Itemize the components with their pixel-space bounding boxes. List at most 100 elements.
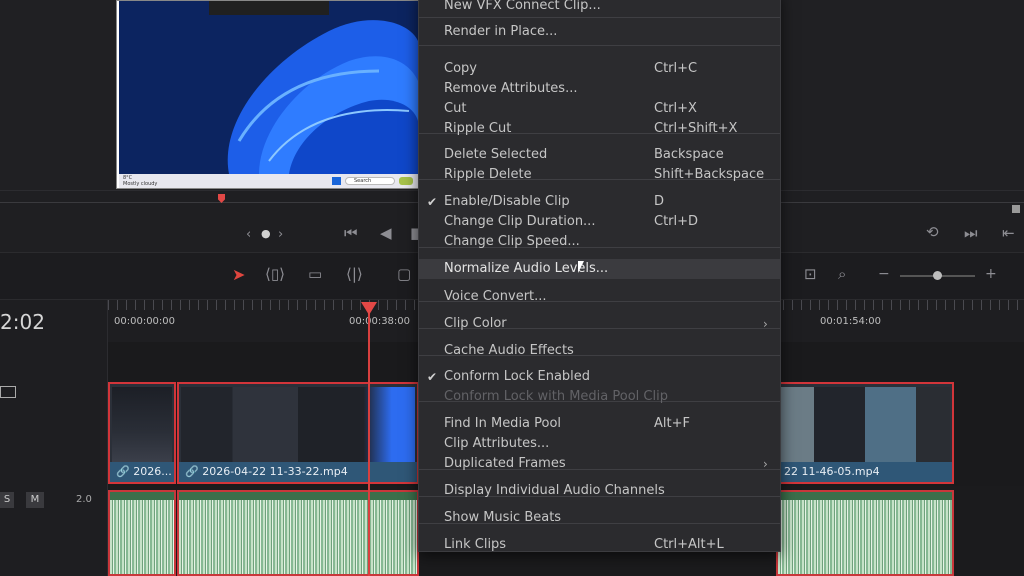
menu-item-label: Render in Place... xyxy=(444,24,558,39)
menu-item[interactable]: Normalize Audio Levels... xyxy=(419,259,780,279)
menu-item-label: Find In Media Pool xyxy=(444,416,562,431)
insert-clip-icon[interactable]: ▢ xyxy=(397,267,411,282)
clip-name: 22 11-46-05.mp4 xyxy=(784,465,880,478)
menu-item[interactable]: Show Music Beats xyxy=(419,508,780,528)
solo-button[interactable]: S xyxy=(0,492,14,508)
timecode-display: 2:02 xyxy=(0,310,45,334)
chevron-right-icon: › xyxy=(763,457,768,471)
menu-item-label: Duplicated Frames xyxy=(444,456,566,471)
menu-item[interactable]: Change Clip Speed... xyxy=(419,232,780,252)
clip-thumbnail xyxy=(780,387,950,462)
menu-item[interactable]: Clip Attributes... xyxy=(419,434,780,454)
mute-button[interactable]: M xyxy=(26,492,44,508)
menu-separator xyxy=(419,45,780,46)
ruler-timecode: 00:00:00:00 xyxy=(114,316,176,327)
skip-forward-icon[interactable]: ⏭ xyxy=(964,226,978,241)
clip-thumbnail xyxy=(112,387,172,462)
menu-item[interactable]: Delete Selected Backspace xyxy=(419,145,780,165)
menu-item-label: Ripple Delete xyxy=(444,167,532,182)
audio-clip[interactable] xyxy=(177,490,419,576)
preview-frame[interactable]: 8°C Mostly cloudy Search xyxy=(116,0,419,189)
zoom-full-icon[interactable]: ⊡ xyxy=(804,267,817,282)
loop-icon[interactable]: ⟲ xyxy=(926,225,939,240)
menu-item[interactable]: Copy Ctrl+C xyxy=(419,59,780,79)
playhead-marker[interactable] xyxy=(361,302,377,315)
menu-item-shortcut: Backspace xyxy=(654,147,724,162)
clip-label: 🔗 2026-04-22 11-33-22.mp4 xyxy=(179,462,417,482)
zoom-detail-icon[interactable]: ⌕ xyxy=(838,267,846,282)
ruler-timecode: 00:01:54:00 xyxy=(820,316,882,327)
menu-item-label: Delete Selected xyxy=(444,147,548,162)
windows-start-icon xyxy=(332,177,341,185)
weather-widget: 8°C Mostly cloudy xyxy=(123,175,157,187)
menu-item-label: Display Individual Audio Channels xyxy=(444,483,665,498)
audio-clip[interactable] xyxy=(776,490,954,576)
menu-item[interactable]: Link Clips Ctrl+Alt+L xyxy=(419,535,780,555)
track-header-panel: 2:02 S M 2.0 xyxy=(0,300,108,576)
video-clip[interactable]: 🔗 2026-04-22 11-33-22.mp4 xyxy=(177,382,419,484)
clip-name: 2026... xyxy=(133,465,172,478)
zoom-slider-knob[interactable] xyxy=(933,271,942,280)
menu-item-shortcut: Alt+F xyxy=(654,416,690,431)
menu-item-shortcut: Ctrl+Shift+X xyxy=(654,121,738,136)
dynamic-trim-icon[interactable]: ▭ xyxy=(308,267,322,282)
audio-waveform xyxy=(110,500,174,574)
audio-clip[interactable] xyxy=(108,490,176,576)
menu-item[interactable]: ✔ Conform Lock Enabled xyxy=(419,367,780,387)
menu-item[interactable]: Ripple Delete Shift+Backspace xyxy=(419,165,780,185)
play-reverse-icon[interactable]: ◀ xyxy=(380,226,392,241)
menu-item[interactable]: New VFX Connect Clip... xyxy=(419,0,780,16)
playhead-line[interactable] xyxy=(368,304,370,576)
menu-item-shortcut: Ctrl+X xyxy=(654,101,697,116)
menu-item-label: Enable/Disable Clip xyxy=(444,194,570,209)
preview-taskbar: 8°C Mostly cloudy Search xyxy=(119,174,418,188)
menu-item-label: Conform Lock Enabled xyxy=(444,369,591,384)
next-arrow-icon[interactable]: › xyxy=(278,228,283,241)
chevron-right-icon: › xyxy=(763,317,768,331)
desktop-wallpaper xyxy=(119,1,418,174)
zoom-out-icon[interactable]: − xyxy=(878,267,890,281)
menu-item-label: Clip Attributes... xyxy=(444,436,550,451)
menu-item-shortcut: Ctrl+D xyxy=(654,214,699,229)
dot-icon[interactable]: ● xyxy=(261,228,271,239)
menu-item[interactable]: Voice Convert... xyxy=(419,287,780,307)
menu-item[interactable]: Ripple Cut Ctrl+Shift+X xyxy=(419,119,780,139)
ruler-timecode: 00:00:38:00 xyxy=(349,316,411,327)
clip-thumbnail xyxy=(181,387,415,462)
taskbar-app-icon xyxy=(399,177,413,185)
menu-item[interactable]: Cache Audio Effects xyxy=(419,341,780,361)
clip-label: 22 11-46-05.mp4 xyxy=(778,462,952,482)
menu-item[interactable]: Duplicated Frames › xyxy=(419,454,780,474)
zoom-in-icon[interactable]: + xyxy=(985,267,997,281)
video-track-icon xyxy=(0,386,16,398)
blade-tool-icon[interactable]: ⟨|⟩ xyxy=(346,267,363,282)
menu-item[interactable]: Change Clip Duration... Ctrl+D xyxy=(419,212,780,232)
menu-item[interactable]: Cut Ctrl+X xyxy=(419,99,780,119)
menu-item-label: Copy xyxy=(444,61,477,76)
audio-waveform xyxy=(778,500,952,574)
scrub-end-handle[interactable] xyxy=(1012,205,1020,213)
menu-item[interactable]: Display Individual Audio Channels xyxy=(419,481,780,501)
menu-item-shortcut: Ctrl+Alt+L xyxy=(654,537,724,552)
prev-arrow-icon[interactable]: ‹ xyxy=(246,228,251,241)
skip-back-icon[interactable]: ⏮ xyxy=(344,226,358,241)
video-clip[interactable]: 🔗 2026... xyxy=(108,382,176,484)
menu-item[interactable]: Clip Color › xyxy=(419,314,780,334)
clip-context-menu: New VFX Connect Clip... Render in Place..… xyxy=(418,0,781,552)
weather-desc: Mostly cloudy xyxy=(123,181,158,187)
menu-item-label: Show Music Beats xyxy=(444,510,562,525)
selection-tool-icon[interactable]: ➤ xyxy=(232,267,245,283)
go-to-end-icon[interactable]: ⇤ xyxy=(1002,226,1015,241)
menu-item[interactable]: Render in Place... xyxy=(419,22,780,42)
menu-item-label: Voice Convert... xyxy=(444,289,547,304)
menu-item-shortcut: D xyxy=(654,194,665,209)
menu-item-label: Ripple Cut xyxy=(444,121,512,136)
menu-item[interactable]: ✔ Enable/Disable Clip D xyxy=(419,192,780,212)
menu-item[interactable]: Find In Media Pool Alt+F xyxy=(419,414,780,434)
menu-item-label: Cut xyxy=(444,101,467,116)
menu-item[interactable]: Remove Attributes... xyxy=(419,79,780,99)
trim-tool-icon[interactable]: ⟨▯⟩ xyxy=(265,267,285,282)
taskbar-search: Search xyxy=(345,177,395,185)
video-clip[interactable]: 22 11-46-05.mp4 xyxy=(776,382,954,484)
menu-item-label: Cache Audio Effects xyxy=(444,343,574,358)
